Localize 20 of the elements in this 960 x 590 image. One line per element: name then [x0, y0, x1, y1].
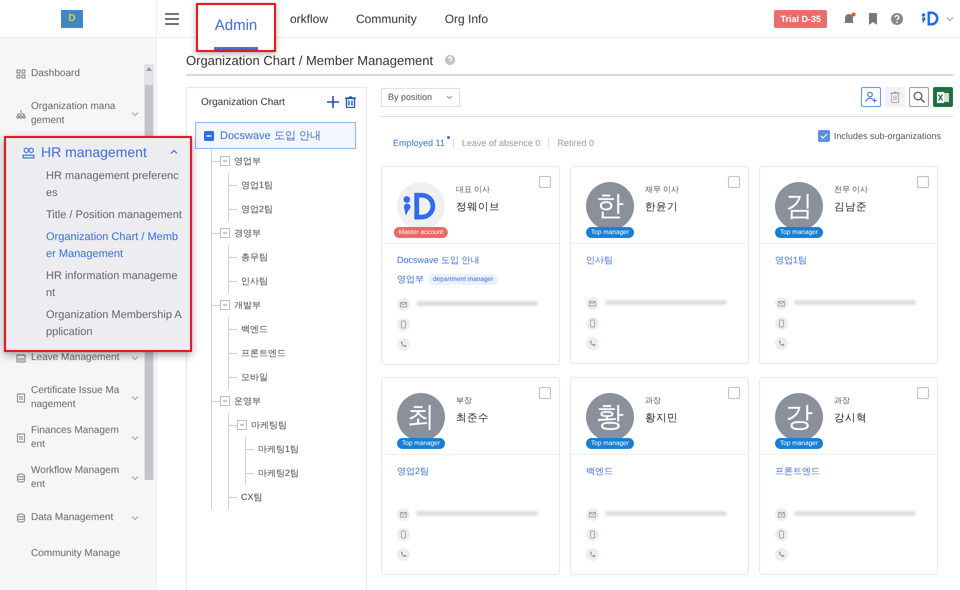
avatar: 강: [775, 393, 823, 441]
avatar: 최: [397, 393, 445, 441]
job-title: 부장: [456, 395, 473, 406]
member-name: 김남준: [834, 200, 868, 214]
page-title: Organization Chart / Member Management: [186, 52, 434, 68]
member-name: 한윤기: [645, 200, 679, 214]
job-title: 대표 이사: [456, 184, 492, 195]
job-title: 과장: [834, 395, 851, 406]
avatar: 황: [586, 393, 634, 441]
avatar: 한: [586, 182, 634, 230]
avatar: 김: [775, 182, 823, 230]
member-name: 황지민: [645, 411, 678, 425]
member-name: 정웨이브: [456, 200, 500, 214]
member-name: 강시혁: [834, 411, 867, 425]
job-title: 재무 이사: [645, 184, 680, 195]
trial-badge: Trial D-35: [774, 10, 827, 28]
member-name: 최준수: [456, 411, 489, 425]
job-title: 전무 이사: [834, 184, 868, 195]
panel-title: Organization Chart: [201, 96, 286, 108]
job-title: 과장: [645, 395, 662, 406]
